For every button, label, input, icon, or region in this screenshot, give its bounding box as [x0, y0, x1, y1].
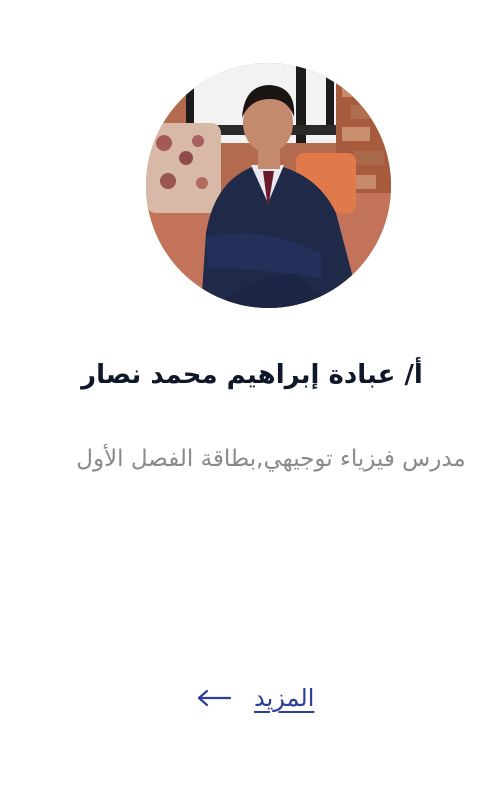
teacher-description: مدرس فيزياء توجيهي,بطاقة الفصل الأول	[76, 446, 466, 472]
teacher-name: أ/ عبادة إبراهيم محمد نصار	[81, 360, 423, 390]
more-link[interactable]: المزيد	[196, 676, 314, 720]
teacher-photo-icon	[146, 63, 391, 308]
teacher-avatar	[146, 63, 391, 308]
arrow-left-icon	[197, 689, 232, 707]
more-link-label: المزيد	[254, 684, 315, 712]
teacher-card: أ/ عبادة إبراهيم محمد نصار مدرس فيزياء ت…	[0, 0, 504, 811]
